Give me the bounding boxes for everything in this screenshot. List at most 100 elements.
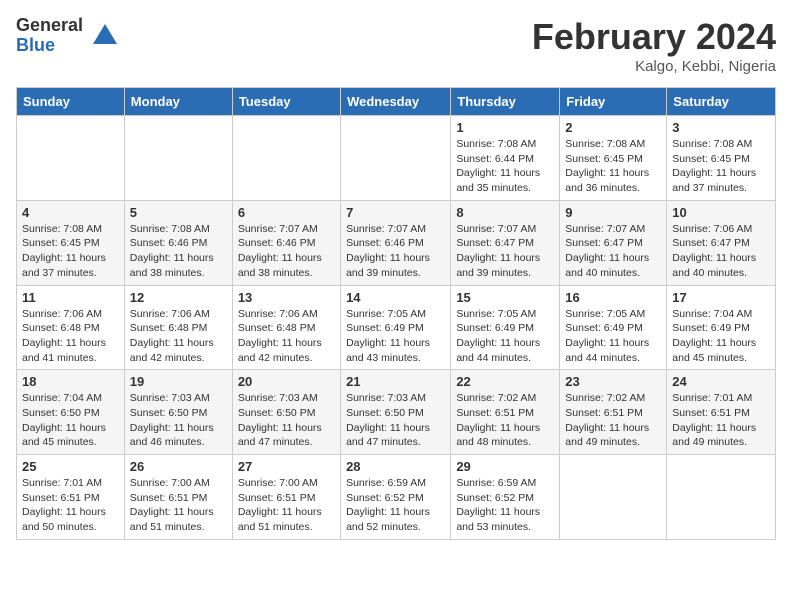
- main-title: February 2024: [532, 16, 776, 58]
- day-number: 9: [565, 205, 661, 220]
- calendar-cell: 15 Sunrise: 7:05 AMSunset: 6:49 PMDayligh…: [451, 285, 560, 370]
- day-detail: Sunrise: 7:04 AMSunset: 6:49 PMDaylight:…: [672, 308, 756, 364]
- day-detail: Sunrise: 7:03 AMSunset: 6:50 PMDaylight:…: [238, 392, 322, 448]
- logo-blue: Blue: [16, 36, 83, 56]
- calendar-cell: [232, 116, 340, 201]
- day-number: 26: [130, 459, 227, 474]
- subtitle: Kalgo, Kebbi, Nigeria: [532, 58, 776, 75]
- calendar-cell: [560, 455, 667, 540]
- calendar-cell: 26 Sunrise: 7:00 AMSunset: 6:51 PMDayligh…: [124, 455, 232, 540]
- day-detail: Sunrise: 7:05 AMSunset: 6:49 PMDaylight:…: [456, 308, 540, 364]
- calendar-cell: 9 Sunrise: 7:07 AMSunset: 6:47 PMDaylight…: [560, 200, 667, 285]
- day-number: 18: [22, 374, 119, 389]
- day-detail: Sunrise: 7:08 AMSunset: 6:45 PMDaylight:…: [565, 138, 649, 194]
- logo-general: General: [16, 16, 83, 36]
- calendar-cell: 3 Sunrise: 7:08 AMSunset: 6:45 PMDaylight…: [667, 116, 776, 201]
- day-detail: Sunrise: 7:07 AMSunset: 6:47 PMDaylight:…: [565, 223, 649, 279]
- calendar-cell: 6 Sunrise: 7:07 AMSunset: 6:46 PMDaylight…: [232, 200, 340, 285]
- day-number: 4: [22, 205, 119, 220]
- logo-text: General Blue: [16, 16, 83, 56]
- day-number: 7: [346, 205, 445, 220]
- day-number: 29: [456, 459, 554, 474]
- calendar-cell: 28Sunrise: 6:59 AMSunset: 6:52 PMDayligh…: [341, 455, 451, 540]
- week-row-5: 25 Sunrise: 7:01 AMSunset: 6:51 PMDayligh…: [17, 455, 776, 540]
- calendar-cell: 19 Sunrise: 7:03 AMSunset: 6:50 PMDayligh…: [124, 370, 232, 455]
- day-number: 1: [456, 120, 554, 135]
- day-detail: Sunrise: 7:08 AMSunset: 6:44 PMDaylight:…: [456, 138, 540, 194]
- day-detail: Sunrise: 7:02 AMSunset: 6:51 PMDaylight:…: [565, 392, 649, 448]
- calendar-cell: 7 Sunrise: 7:07 AMSunset: 6:46 PMDaylight…: [341, 200, 451, 285]
- calendar-cell: 24 Sunrise: 7:01 AMSunset: 6:51 PMDayligh…: [667, 370, 776, 455]
- calendar-cell: 17 Sunrise: 7:04 AMSunset: 6:49 PMDayligh…: [667, 285, 776, 370]
- calendar-cell: 10 Sunrise: 7:06 AMSunset: 6:47 PMDayligh…: [667, 200, 776, 285]
- calendar-cell: [667, 455, 776, 540]
- day-number: 16: [565, 290, 661, 305]
- day-detail: Sunrise: 7:05 AMSunset: 6:49 PMDaylight:…: [565, 308, 649, 364]
- calendar-cell: 27Sunrise: 7:00 AMSunset: 6:51 PMDayligh…: [232, 455, 340, 540]
- day-header-thursday: Thursday: [451, 88, 560, 116]
- day-number: 20: [238, 374, 335, 389]
- logo-icon: [91, 22, 119, 50]
- day-number: 6: [238, 205, 335, 220]
- day-number: 21: [346, 374, 445, 389]
- day-detail: Sunrise: 7:01 AMSunset: 6:51 PMDaylight:…: [22, 477, 106, 533]
- day-header-saturday: Saturday: [667, 88, 776, 116]
- day-detail: Sunrise: 6:59 AMSunset: 6:52 PMDaylight:…: [346, 477, 430, 533]
- day-number: 12: [130, 290, 227, 305]
- header-row: SundayMondayTuesdayWednesdayThursdayFrid…: [17, 88, 776, 116]
- week-row-2: 4Sunrise: 7:08 AMSunset: 6:45 PMDaylight…: [17, 200, 776, 285]
- day-detail: Sunrise: 7:08 AMSunset: 6:45 PMDaylight:…: [672, 138, 756, 194]
- week-row-1: 1 Sunrise: 7:08 AMSunset: 6:44 PMDaylight…: [17, 116, 776, 201]
- calendar-cell: 1 Sunrise: 7:08 AMSunset: 6:44 PMDaylight…: [451, 116, 560, 201]
- day-detail: Sunrise: 7:08 AMSunset: 6:46 PMDaylight:…: [130, 223, 214, 279]
- day-number: 19: [130, 374, 227, 389]
- calendar-cell: 12 Sunrise: 7:06 AMSunset: 6:48 PMDayligh…: [124, 285, 232, 370]
- calendar-cell: 25 Sunrise: 7:01 AMSunset: 6:51 PMDayligh…: [17, 455, 125, 540]
- day-detail: Sunrise: 7:03 AMSunset: 6:50 PMDaylight:…: [346, 392, 430, 448]
- week-row-4: 18 Sunrise: 7:04 AMSunset: 6:50 PMDayligh…: [17, 370, 776, 455]
- day-detail: Sunrise: 7:06 AMSunset: 6:48 PMDaylight:…: [22, 308, 106, 364]
- calendar-cell: 16 Sunrise: 7:05 AMSunset: 6:49 PMDayligh…: [560, 285, 667, 370]
- day-detail: Sunrise: 7:02 AMSunset: 6:51 PMDaylight:…: [456, 392, 540, 448]
- day-header-friday: Friday: [560, 88, 667, 116]
- day-detail: Sunrise: 7:06 AMSunset: 6:47 PMDaylight:…: [672, 223, 756, 279]
- calendar-body: 1 Sunrise: 7:08 AMSunset: 6:44 PMDaylight…: [17, 116, 776, 540]
- day-number: 24: [672, 374, 770, 389]
- page-header: General Blue February 2024 Kalgo, Kebbi,…: [16, 16, 776, 75]
- calendar-header: SundayMondayTuesdayWednesdayThursdayFrid…: [17, 88, 776, 116]
- day-number: 8: [456, 205, 554, 220]
- day-detail: Sunrise: 7:04 AMSunset: 6:50 PMDaylight:…: [22, 392, 106, 448]
- calendar-cell: 11 Sunrise: 7:06 AMSunset: 6:48 PMDayligh…: [17, 285, 125, 370]
- day-detail: Sunrise: 7:07 AMSunset: 6:46 PMDaylight:…: [238, 223, 322, 279]
- day-number: 10: [672, 205, 770, 220]
- calendar-cell: 13Sunrise: 7:06 AMSunset: 6:48 PMDayligh…: [232, 285, 340, 370]
- day-detail: Sunrise: 7:01 AMSunset: 6:51 PMDaylight:…: [672, 392, 756, 448]
- day-number: 2: [565, 120, 661, 135]
- day-number: 25: [22, 459, 119, 474]
- calendar-cell: [17, 116, 125, 201]
- day-detail: Sunrise: 7:03 AMSunset: 6:50 PMDaylight:…: [130, 392, 214, 448]
- calendar-cell: 4Sunrise: 7:08 AMSunset: 6:45 PMDaylight…: [17, 200, 125, 285]
- day-header-monday: Monday: [124, 88, 232, 116]
- day-detail: Sunrise: 7:05 AMSunset: 6:49 PMDaylight:…: [346, 308, 430, 364]
- day-number: 27: [238, 459, 335, 474]
- day-detail: Sunrise: 7:00 AMSunset: 6:51 PMDaylight:…: [130, 477, 214, 533]
- day-number: 3: [672, 120, 770, 135]
- day-detail: Sunrise: 7:06 AMSunset: 6:48 PMDaylight:…: [238, 308, 322, 364]
- day-detail: Sunrise: 7:06 AMSunset: 6:48 PMDaylight:…: [130, 308, 214, 364]
- day-number: 11: [22, 290, 119, 305]
- day-detail: Sunrise: 7:07 AMSunset: 6:47 PMDaylight:…: [456, 223, 540, 279]
- day-number: 23: [565, 374, 661, 389]
- day-header-tuesday: Tuesday: [232, 88, 340, 116]
- day-number: 15: [456, 290, 554, 305]
- day-header-sunday: Sunday: [17, 88, 125, 116]
- calendar-cell: [124, 116, 232, 201]
- calendar-table: SundayMondayTuesdayWednesdayThursdayFrid…: [16, 87, 776, 540]
- calendar-cell: 8 Sunrise: 7:07 AMSunset: 6:47 PMDaylight…: [451, 200, 560, 285]
- calendar-cell: 2 Sunrise: 7:08 AMSunset: 6:45 PMDaylight…: [560, 116, 667, 201]
- calendar-cell: 20 Sunrise: 7:03 AMSunset: 6:50 PMDayligh…: [232, 370, 340, 455]
- day-number: 17: [672, 290, 770, 305]
- calendar-cell: 21 Sunrise: 7:03 AMSunset: 6:50 PMDayligh…: [341, 370, 451, 455]
- day-detail: Sunrise: 6:59 AMSunset: 6:52 PMDaylight:…: [456, 477, 540, 533]
- day-detail: Sunrise: 7:07 AMSunset: 6:46 PMDaylight:…: [346, 223, 430, 279]
